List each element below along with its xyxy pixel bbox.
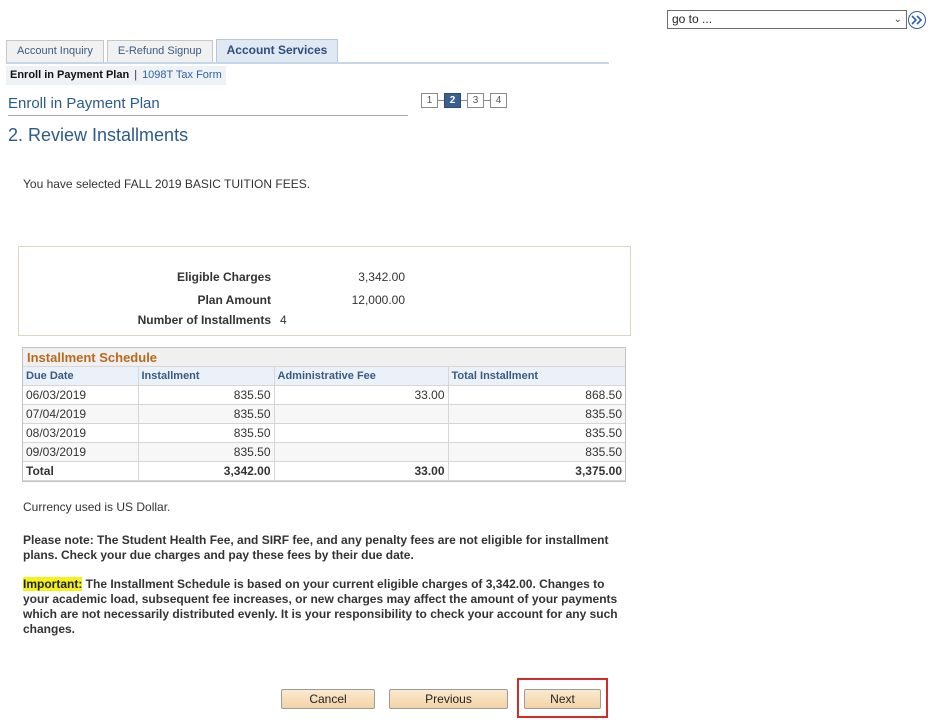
installments-row: Number of Installments 4 <box>19 313 630 329</box>
title-divider <box>8 115 408 116</box>
step-title: 2. Review Installments <box>8 125 189 145</box>
admin-fee-cell: 33.00 <box>274 385 449 405</box>
step-1: 1 <box>421 93 438 108</box>
page-title: Enroll in Payment Plan <box>8 95 160 112</box>
cancel-button[interactable]: Cancel <box>281 689 375 709</box>
tab-bar: Account Inquiry E-Refund Signup Account … <box>6 39 341 62</box>
installment-cell: 835.50 <box>138 423 275 443</box>
plan-amount-row: Plan Amount 12,000.00 <box>19 293 630 309</box>
column-header: Installment <box>138 367 275 386</box>
please-note-text: Please note: The Student Health Fee, and… <box>23 533 609 562</box>
grand-total-cell: 3,375.00 <box>448 461 625 481</box>
next-button[interactable]: Next <box>524 689 601 709</box>
table-row: 06/03/2019 835.50 33.00 868.50 <box>23 385 625 405</box>
grid-caption: Installment Schedule <box>23 348 625 367</box>
eligible-charges-label: Eligible Charges <box>176 270 271 284</box>
tab-account-inquiry[interactable]: Account Inquiry <box>6 40 104 62</box>
total-installment-cell: 835.50 <box>448 404 625 424</box>
column-header: Due Date <box>23 367 139 386</box>
currency-note: Currency used is US Dollar. <box>23 500 171 514</box>
installment-cell: 835.50 <box>138 404 275 424</box>
step-3: 3 <box>467 93 484 108</box>
admin-fee-cell <box>274 442 449 462</box>
installment-schedule-grid: Installment Schedule Due Date Installmen… <box>22 347 626 482</box>
total-installment-cell: 868.50 <box>448 385 625 405</box>
grid-header-row: Due Date Installment Administrative Fee … <box>23 367 625 386</box>
installments-value: 4 <box>280 313 287 327</box>
step-4: 4 <box>490 93 507 108</box>
column-header: Administrative Fee <box>274 367 449 386</box>
important-label: Important: <box>23 577 83 591</box>
tab-e-refund-signup[interactable]: E-Refund Signup <box>106 40 213 62</box>
plan-amount-value: 12,000.00 <box>351 293 405 307</box>
due-date-cell: 08/03/2019 <box>23 423 139 443</box>
goto-dropdown-value: go to ... <box>672 12 713 26</box>
table-row: 07/04/2019 835.50 835.50 <box>23 404 625 424</box>
chevron-down-icon: ⌄ <box>893 14 902 25</box>
installments-label: Number of Installments <box>137 313 271 327</box>
plan-summary: Eligible Charges 3,342.00 Plan Amount 12… <box>18 246 631 336</box>
tab-divider <box>6 62 609 64</box>
step-indicator: 1 2 3 4 <box>421 93 507 108</box>
subnav-separator: | <box>134 69 138 81</box>
sub-navigation: Enroll in Payment Plan | 1098T Tax Form <box>6 66 226 85</box>
table-row: 08/03/2019 835.50 835.50 <box>23 423 625 443</box>
due-date-cell: 09/03/2019 <box>23 442 139 462</box>
installment-cell: 835.50 <box>138 442 275 462</box>
tab-account-services[interactable]: Account Services <box>215 39 339 62</box>
total-admin-fee-sum: 33.00 <box>274 461 449 481</box>
previous-button[interactable]: Previous <box>389 689 508 709</box>
total-label-cell: Total <box>23 461 139 481</box>
subnav-current: Enroll in Payment Plan <box>10 69 130 81</box>
total-row: Total 3,342.00 33.00 3,375.00 <box>23 461 625 481</box>
double-chevron-right-icon[interactable] <box>908 11 926 29</box>
selection-message: You have selected FALL 2019 BASIC TUITIO… <box>23 177 311 191</box>
eligible-charges-row: Eligible Charges 3,342.00 <box>19 270 630 286</box>
total-installment-sum: 3,342.00 <box>138 461 275 481</box>
total-installment-cell: 835.50 <box>448 423 625 443</box>
due-date-cell: 07/04/2019 <box>23 404 139 424</box>
admin-fee-cell <box>274 404 449 424</box>
important-notice: Important: The Installment Schedule is b… <box>23 577 623 637</box>
total-installment-cell: 835.50 <box>448 442 625 462</box>
important-text: The Installment Schedule is based on you… <box>23 577 618 636</box>
column-header: Total Installment <box>448 367 625 386</box>
installment-cell: 835.50 <box>138 385 275 405</box>
eligible-charges-value: 3,342.00 <box>358 270 405 284</box>
plan-amount-label: Plan Amount <box>197 293 271 307</box>
due-date-cell: 06/03/2019 <box>23 385 139 405</box>
step-2: 2 <box>444 93 461 108</box>
subnav-link-1098t[interactable]: 1098T Tax Form <box>142 69 222 81</box>
goto-dropdown[interactable]: go to ... ⌄ <box>667 10 907 29</box>
admin-fee-cell <box>274 423 449 443</box>
table-row: 09/03/2019 835.50 835.50 <box>23 442 625 462</box>
